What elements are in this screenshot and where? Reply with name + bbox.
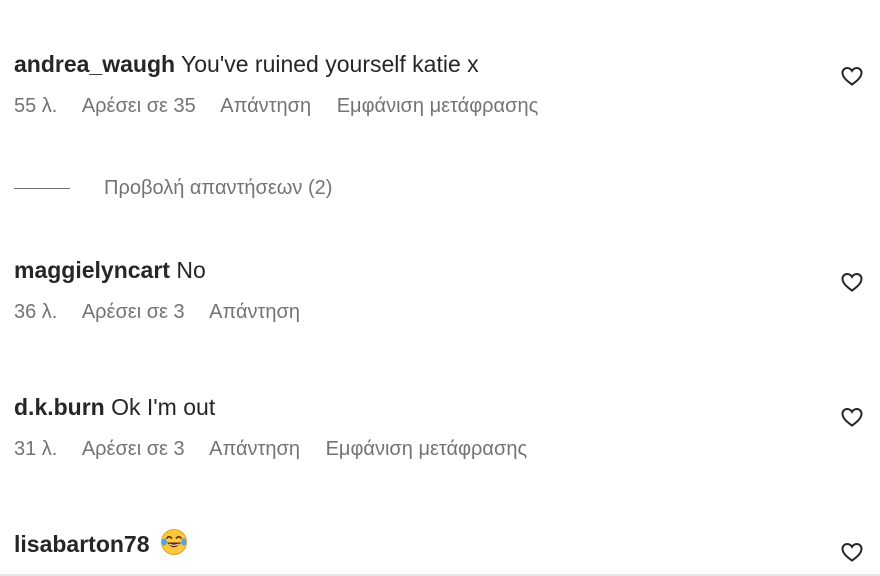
comment-line: maggielyncart No	[14, 256, 874, 284]
comment-likes-button[interactable]: Αρέσει σε 3	[82, 301, 185, 323]
comment-likes-button[interactable]: Αρέσει σε 3	[82, 438, 185, 460]
see-translation-button[interactable]: Εμφάνιση μετάφρασης	[337, 95, 539, 117]
comment-username[interactable]: maggielyncart	[14, 257, 170, 283]
like-button[interactable]	[840, 270, 868, 298]
comment-meta: 55 λ. Αρέσει σε 35 Απάντηση Εμφάνιση μετ…	[14, 94, 874, 118]
reply-button[interactable]: Απάντηση	[209, 301, 300, 323]
comment-text: You've ruined yourself katie x	[181, 51, 479, 77]
comment-time[interactable]: 31 λ.	[14, 438, 57, 460]
comment-username[interactable]: d.k.burn	[14, 394, 105, 420]
heart-outline-icon	[841, 272, 863, 292]
view-replies-button[interactable]: Προβολή απαντήσεων (2)	[14, 176, 332, 200]
comment-item: d.k.burn Ok I'm out 31 λ. Αρέσει σε 3 Απ…	[14, 393, 874, 461]
like-button[interactable]	[840, 64, 868, 92]
comment-username[interactable]: lisabarton78	[14, 531, 150, 557]
comment-item: maggielyncart No 36 λ. Αρέσει σε 3 Απάντ…	[14, 256, 874, 324]
like-button[interactable]	[840, 405, 868, 433]
heart-outline-icon	[841, 542, 863, 562]
comment-time[interactable]: 36 λ.	[14, 301, 57, 323]
tears-of-joy-emoji-icon	[160, 529, 187, 555]
like-button[interactable]	[840, 540, 868, 568]
comment-text: No	[176, 257, 206, 283]
reply-button[interactable]: Απάντηση	[220, 95, 311, 117]
heart-outline-icon	[841, 66, 863, 86]
comment-username[interactable]: andrea_waugh	[14, 51, 175, 77]
view-replies-label: Προβολή απαντήσεων (2)	[104, 177, 333, 199]
replies-divider-line	[14, 187, 70, 189]
see-translation-button[interactable]: Εμφάνιση μετάφρασης	[326, 438, 528, 460]
reply-button[interactable]: Απάντηση	[209, 438, 300, 460]
comment-line: d.k.burn Ok I'm out	[14, 393, 874, 421]
comment-line: andrea_waugh You've ruined yourself kati…	[14, 50, 874, 78]
comment-meta: 31 λ. Αρέσει σε 3 Απάντηση Εμφάνιση μετά…	[14, 437, 874, 461]
comment-text: Ok I'm out	[111, 394, 216, 420]
comment-item: lisabarton78	[14, 528, 874, 558]
comment-time[interactable]: 55 λ.	[14, 95, 57, 117]
comment-likes-button[interactable]: Αρέσει σε 35	[82, 95, 196, 117]
heart-outline-icon	[841, 407, 863, 427]
comment-line: lisabarton78	[14, 528, 874, 558]
comment-item: andrea_waugh You've ruined yourself kati…	[14, 50, 874, 118]
comment-meta: 36 λ. Αρέσει σε 3 Απάντηση	[14, 300, 874, 324]
